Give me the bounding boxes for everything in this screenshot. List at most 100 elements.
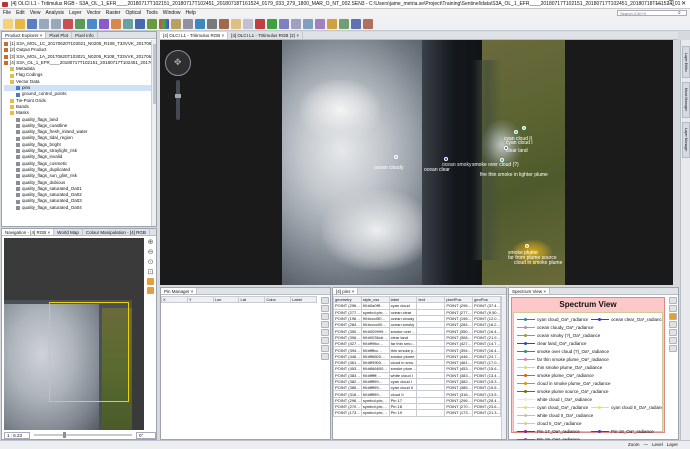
- table-cell[interactable]: POINT (23.6…: [472, 403, 501, 411]
- export-spectra-icon[interactable]: [668, 337, 677, 344]
- close-button[interactable]: ✕: [677, 0, 690, 8]
- tab-navigation[interactable]: Navigation - [4] RGB ×: [2, 229, 55, 235]
- table-cell[interactable]: fill:#ccc0f0…: [360, 314, 390, 323]
- table-cell[interactable]: POINT (16.4…: [472, 346, 501, 354]
- table-cell[interactable]: fill:#666600…: [360, 365, 390, 373]
- table-cell[interactable]: POINT (270…: [444, 403, 474, 411]
- table-cell[interactable]: POINT (13.5…: [472, 390, 501, 398]
- table-cell[interactable]: cyan cloud II: [388, 384, 418, 392]
- table-cell[interactable]: POINT (16.4…: [472, 327, 501, 335]
- table-cell[interactable]: POINT (14.7…: [472, 340, 501, 348]
- information-icon[interactable]: [135, 19, 145, 29]
- show-all-pins-icon[interactable]: [668, 321, 677, 328]
- navigation-overview[interactable]: [4, 238, 144, 430]
- table-cell[interactable]: POINT (350…: [333, 327, 362, 335]
- table-cell[interactable]: fill:#cccc00…: [360, 321, 390, 329]
- pin-tool-icon[interactable]: [255, 19, 265, 29]
- table-cell[interactable]: POINT (24.7…: [472, 352, 501, 360]
- col-lon[interactable]: Lon: [212, 295, 240, 304]
- zoom-pixel-icon[interactable]: ⊙: [148, 258, 154, 266]
- new-product-icon[interactable]: [3, 19, 13, 29]
- table-cell[interactable]: smoke over…: [388, 327, 418, 335]
- table-cell[interactable]: POINT (350…: [444, 327, 474, 335]
- table-cell[interactable]: POINT (284…: [333, 321, 362, 329]
- table-cell[interactable]: POINT (277…: [333, 308, 362, 316]
- menu-edit[interactable]: Edit: [16, 10, 25, 16]
- menu-tools[interactable]: Tools: [146, 10, 158, 16]
- table-cell[interactable]: POINT (394…: [333, 346, 362, 354]
- tree-scrollbar[interactable]: [151, 40, 156, 226]
- pin-smoke-plume[interactable]: [525, 244, 529, 248]
- table-cell[interactable]: far thin smo…: [388, 340, 418, 348]
- pin-cyan-cloud-i[interactable]: [522, 126, 526, 130]
- table-cell[interactable]: white cloud I: [388, 371, 418, 379]
- table-cell[interactable]: POINT (37.4…: [472, 302, 501, 310]
- satellite-scene[interactable]: ocean cloudy ocean clear ocean smoky smo…: [282, 40, 565, 285]
- gcp-tool-icon[interactable]: [267, 19, 277, 29]
- new-pin-icon[interactable]: [320, 297, 329, 304]
- table-cell[interactable]: POINT (296…: [444, 396, 474, 405]
- table-cell[interactable]: POINT (296…: [333, 302, 362, 310]
- table-cell[interactable]: POINT (284…: [444, 321, 474, 329]
- menu-layer[interactable]: Layer: [69, 10, 82, 16]
- spectrum-chart[interactable]: Spectrum View cyan cloud_Oa*_radiance oce…: [511, 297, 665, 442]
- magic-wand-icon[interactable]: [327, 19, 337, 29]
- help-icon[interactable]: [668, 345, 677, 352]
- table-cell[interactable]: POINT (316…: [333, 390, 362, 398]
- viewer-zoom-slider[interactable]: [175, 80, 181, 120]
- table-cell[interactable]: POINT (12.0…: [472, 314, 501, 323]
- profile-plot-icon[interactable]: [99, 19, 109, 29]
- geocoding-icon[interactable]: [147, 19, 157, 29]
- menu-file[interactable]: File: [3, 10, 11, 16]
- tab-pixel-plot[interactable]: Pixel Plot: [46, 32, 73, 38]
- statistics-icon[interactable]: [123, 19, 133, 29]
- rotation-field[interactable]: 0°: [136, 431, 156, 439]
- table-cell[interactable]: POINT (173…: [444, 409, 474, 417]
- menu-window[interactable]: Window: [163, 10, 181, 16]
- table-cell[interactable]: smoke plume: [388, 352, 418, 360]
- zoom-in-icon[interactable]: ⊕: [148, 238, 154, 246]
- sync-icon[interactable]: [147, 278, 154, 285]
- tab-pin-manager[interactable]: Pin Manager ×: [161, 288, 198, 294]
- world-map-icon[interactable]: [195, 19, 205, 29]
- table-cell[interactable]: cloud in smo…: [388, 358, 418, 367]
- batch-processing-icon[interactable]: [219, 19, 229, 29]
- sync-cursor-icon[interactable]: [363, 19, 373, 29]
- filter-pins-icon[interactable]: [320, 345, 329, 352]
- tree-scroll-thumb[interactable]: [153, 44, 156, 104]
- table-cell[interactable]: POINT (296…: [444, 302, 474, 310]
- table-cell[interactable]: POINT (394…: [444, 346, 474, 354]
- table-cell[interactable]: ocean cloudy: [388, 314, 418, 323]
- table-cell[interactable]: POINT (173…: [333, 409, 362, 417]
- range-finder-icon[interactable]: [339, 19, 349, 29]
- menu-vector[interactable]: Vector: [87, 10, 101, 16]
- table-cell[interactable]: POINT (277…: [444, 308, 474, 316]
- redo-icon[interactable]: [51, 19, 61, 29]
- zoom-slider[interactable]: [34, 432, 132, 438]
- table-cell[interactable]: symbol:pin;…: [360, 308, 390, 316]
- table-cell[interactable]: fill:#0036cb…: [360, 333, 390, 342]
- tab-image-view-rgb[interactable]: [4] OLCI L1 - Tritimulus RGB ×: [160, 32, 229, 39]
- col-label[interactable]: Label: [290, 295, 317, 304]
- table-cell[interactable]: POINT (461…: [333, 358, 362, 367]
- table-cell[interactable]: POINT (385…: [333, 384, 362, 392]
- table-cell[interactable]: POINT (21.9…: [472, 333, 501, 342]
- export-pins-icon[interactable]: [320, 337, 329, 344]
- table-cell[interactable]: POINT (296…: [333, 396, 362, 405]
- table-cell[interactable]: POINT (270…: [333, 403, 362, 411]
- rgb-image-icon[interactable]: [159, 19, 169, 29]
- import-pins-icon[interactable]: [320, 329, 329, 336]
- sync-cursor-nav-icon[interactable]: [147, 287, 154, 294]
- tab-mask-manager[interactable]: Mask Manager: [682, 82, 690, 118]
- save-product-icon[interactable]: [27, 19, 37, 29]
- zoom-out-icon[interactable]: ⊖: [148, 248, 154, 256]
- search-input[interactable]: [620, 11, 678, 15]
- zoom-to-pin-icon[interactable]: [320, 353, 329, 360]
- filter-bands-icon[interactable]: [668, 297, 677, 304]
- zoom-tool-icon[interactable]: [243, 19, 253, 29]
- table-cell[interactable]: POINT (13.4…: [472, 371, 501, 379]
- table-cell[interactable]: symbol:pin;…: [360, 403, 390, 411]
- col-lat[interactable]: Lat: [238, 295, 266, 304]
- col-x[interactable]: X: [161, 295, 188, 304]
- table-cell[interactable]: POINT (15.5…: [472, 384, 501, 392]
